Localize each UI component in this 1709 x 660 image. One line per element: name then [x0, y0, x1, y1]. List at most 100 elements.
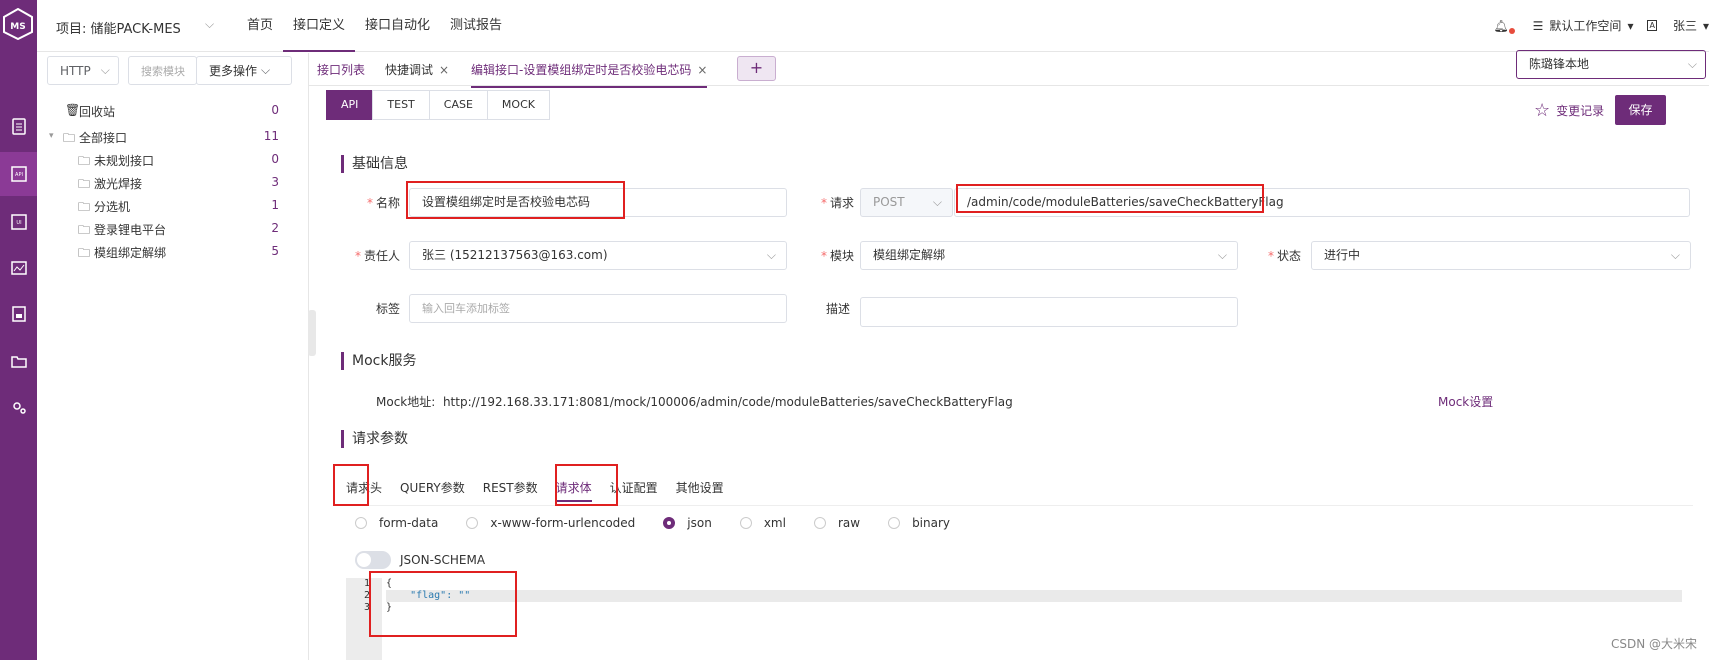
module-tree: 🗑︎ 回收站 0 ▾ 🗀 全部接口 11 🗀 未规划接口 0 🗀 激光焊接 3 — [37, 99, 309, 263]
tab-edit-api[interactable]: 编辑接口-设置模组绑定时是否校验电芯码 × — [471, 61, 708, 88]
highlight-box — [406, 181, 625, 219]
status-select[interactable]: 进行中 ⌵ — [1311, 241, 1691, 270]
tab-other-settings[interactable]: 其他设置 — [676, 470, 724, 502]
tree-label: 分选机 — [94, 200, 131, 214]
code-line: "flag": "" — [386, 590, 1682, 602]
nav-test-report[interactable]: 测试报告 — [440, 0, 512, 52]
radio-xml[interactable]: xml — [739, 516, 786, 530]
app-logo-icon: MS — [3, 7, 33, 41]
svg-text:API: API — [15, 172, 23, 178]
section-request-params: 请求参数 — [341, 430, 408, 448]
more-ops-dropdown[interactable]: 更多操作 ⌵ — [196, 56, 292, 85]
tab-rest-params[interactable]: REST参数 — [483, 470, 538, 502]
close-icon[interactable]: × — [439, 63, 449, 77]
tree-node-unplanned[interactable]: 🗀 未规划接口 0 — [37, 148, 309, 171]
folder-icon[interactable] — [0, 339, 37, 383]
tree-count: 1 — [271, 198, 279, 212]
watermark-text: CSDN @大米宋 — [1610, 637, 1697, 651]
mock-address-value: http://192.168.33.171:8081/mock/100006/a… — [442, 395, 1013, 409]
highlight-box — [369, 571, 517, 637]
name-label: * 名称 — [366, 196, 400, 210]
report-icon[interactable] — [0, 292, 37, 336]
caret-down-icon[interactable]: ▾ — [1627, 19, 1633, 33]
tag-input[interactable]: 输入回车添加标签 — [409, 294, 787, 323]
mode-test[interactable]: TEST — [372, 90, 430, 120]
performance-icon[interactable] — [0, 246, 37, 290]
nav-home[interactable]: 首页 — [237, 0, 283, 52]
section-basic-info: 基础信息 — [341, 155, 408, 173]
tab-label: 快捷调试 — [385, 63, 434, 77]
user-name[interactable]: 张三 — [1673, 17, 1697, 34]
tree-node-module-binding[interactable]: 🗀 模组绑定解绑 5 — [37, 240, 309, 263]
radio-urlencoded[interactable]: x-www-form-urlencoded — [466, 516, 635, 530]
chevron-down-icon: ⌵ — [1687, 57, 1697, 71]
tree-count: 0 — [271, 103, 279, 117]
highlight-box — [333, 464, 369, 506]
mode-case[interactable]: CASE — [428, 90, 488, 120]
tabs-divider — [333, 505, 1693, 506]
radio-json[interactable]: json — [663, 516, 712, 530]
nav-api-automation[interactable]: 接口自动化 — [355, 0, 440, 52]
tree-label: 回收站 — [79, 105, 116, 119]
change-history-link[interactable]: ☆ 变更记录 — [1534, 100, 1604, 121]
tree-node-login-platform[interactable]: 🗀 登录锂电平台 2 — [37, 217, 309, 240]
folder-icon: 🗀 — [63, 131, 76, 145]
tree-node-laser-welding[interactable]: 🗀 激光焊接 3 — [37, 171, 309, 194]
tree-count: 2 — [271, 221, 279, 235]
protocol-value: HTTP — [60, 63, 91, 78]
settings-gear-icon[interactable] — [0, 385, 37, 429]
add-tab-button[interactable]: + — [737, 56, 776, 81]
sidebar-splitter[interactable] — [308, 310, 316, 356]
tab-quick-debug[interactable]: 快捷调试 × — [385, 61, 449, 78]
section-mock: Mock服务 — [341, 352, 416, 370]
code-line: { — [386, 578, 393, 589]
tab-query-params[interactable]: QUERY参数 — [400, 470, 465, 502]
search-placeholder: 搜索模块 — [141, 64, 185, 78]
radio-binary[interactable]: binary — [888, 516, 950, 530]
notification-dot — [1508, 27, 1515, 34]
editor-code[interactable]: { "flag": "" } — [386, 578, 1682, 614]
mock-address: Mock地址: http://192.168.33.171:8081/mock/… — [376, 393, 1013, 410]
module-sidebar: HTTP ⌵ 搜索模块 更多操作 ⌵ 🗑︎ 回收站 0 ▾ 🗀 全部接口 11 … — [37, 53, 309, 660]
tree-label: 激光焊接 — [94, 177, 143, 191]
caret-down-icon[interactable]: ▾ — [49, 131, 54, 141]
method-select[interactable]: POST ⌵ — [860, 188, 953, 217]
clipboard-icon[interactable] — [0, 104, 37, 148]
description-textarea[interactable] — [860, 297, 1238, 327]
request-label: * 请求 — [820, 196, 854, 210]
json-schema-toggle[interactable] — [355, 551, 391, 569]
chevron-down-icon[interactable]: ⌵ — [205, 17, 214, 32]
module-search-input[interactable]: 搜索模块 — [128, 56, 197, 85]
tree-node-sorter[interactable]: 🗀 分选机 1 — [37, 194, 309, 217]
api-icon[interactable]: API — [0, 152, 37, 196]
ui-test-icon[interactable]: UI — [0, 200, 37, 244]
environment-select[interactable]: 陈璐锋本地 ⌵ — [1516, 50, 1706, 79]
tree-node-all[interactable]: ▾ 🗀 全部接口 11 — [37, 125, 309, 148]
tree-count: 0 — [271, 152, 279, 166]
folder-icon: 🗀 — [78, 177, 91, 191]
tree-node-recycle-bin[interactable]: 🗑︎ 回收站 0 — [37, 99, 309, 122]
json-editor[interactable]: 1 2 3 { "flag": "" } — [346, 578, 1682, 660]
mode-api[interactable]: API — [326, 90, 374, 120]
protocol-select[interactable]: HTTP ⌵ — [47, 56, 119, 85]
mock-address-label: Mock地址: — [376, 395, 436, 409]
save-button[interactable]: 保存 — [1615, 95, 1666, 125]
close-icon[interactable]: × — [697, 63, 707, 77]
workspace-select[interactable]: 默认工作空间 — [1549, 17, 1621, 34]
radio-raw[interactable]: raw — [813, 516, 860, 530]
project-name[interactable]: 项目: 储能PACK-MES — [56, 18, 181, 37]
tab-api-list[interactable]: 接口列表 — [317, 61, 365, 78]
module-select[interactable]: 模组绑定解绑 ⌵ — [860, 241, 1238, 270]
tree-count: 3 — [271, 175, 279, 189]
json-schema-label: JSON-SCHEMA — [400, 553, 486, 567]
nav-api-definition[interactable]: 接口定义 — [283, 0, 356, 52]
radio-form-data[interactable]: form-data — [355, 516, 438, 530]
tree-label: 模组绑定解绑 — [94, 246, 167, 260]
tree-count: 5 — [271, 244, 279, 258]
owner-select[interactable]: 张三 (15212137563@163.com) ⌵ — [409, 241, 787, 270]
mode-mock[interactable]: MOCK — [486, 90, 550, 120]
language-icon[interactable]: A — [1647, 20, 1657, 31]
bell-icon[interactable]: 🔔︎ — [1493, 19, 1508, 33]
mock-settings-link[interactable]: Mock设置 — [1438, 393, 1493, 410]
caret-down-icon[interactable]: ▾ — [1703, 19, 1709, 33]
